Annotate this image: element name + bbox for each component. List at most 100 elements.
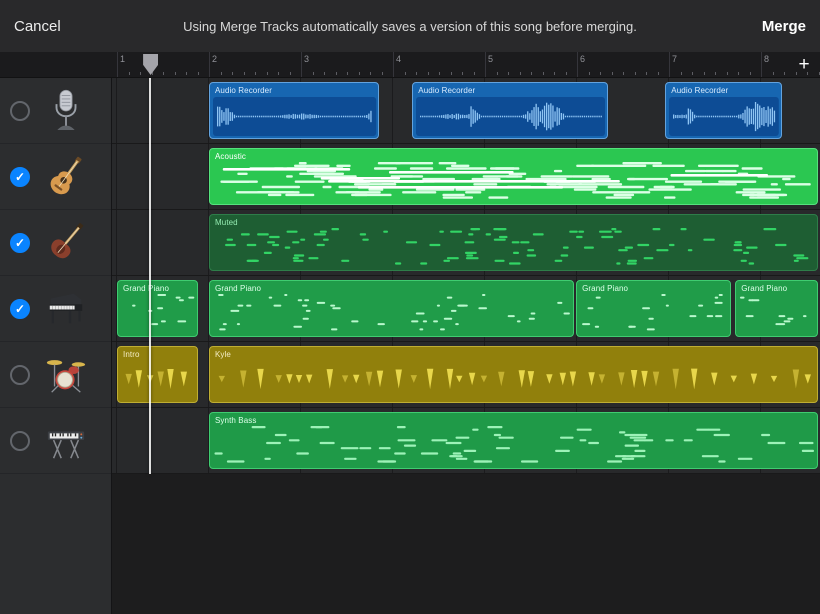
ruler-tick xyxy=(531,72,532,75)
ruler-tick xyxy=(382,72,383,75)
tracks-area: ✓ ✓ ✓ Audio RecorderAudio RecorderAudio … xyxy=(0,78,820,614)
ruler-tick xyxy=(451,72,452,75)
track-lane-acoustic-guitar: Acoustic xyxy=(112,144,820,210)
ruler-tick xyxy=(727,72,728,75)
region-kyle[interactable]: Kyle xyxy=(209,346,818,403)
ruler-tick xyxy=(681,72,682,75)
track-lanes: Audio Recorder Audio Recorder Audio Record… xyxy=(112,78,820,474)
region-label: Audio Recorder xyxy=(418,86,475,95)
region-label: Grand Piano xyxy=(582,284,628,293)
track-header-drums[interactable] xyxy=(0,342,111,408)
region-label: Kyle xyxy=(215,350,231,359)
ruler-tick xyxy=(623,72,624,75)
region-label: Intro xyxy=(123,350,140,359)
track-select-toggle[interactable]: ✓ xyxy=(10,233,30,253)
ruler-tick xyxy=(244,72,245,75)
ruler-tick xyxy=(738,72,739,75)
ruler-tick xyxy=(290,72,291,75)
ruler-bar-number: 6 xyxy=(580,54,585,64)
ruler-tick xyxy=(715,72,716,75)
region-label: Audio Recorder xyxy=(215,86,272,95)
ruler-tick xyxy=(129,72,130,75)
garageband-merge-tracks-screen: Cancel Using Merge Tracks automatically … xyxy=(0,0,820,614)
track-select-toggle[interactable] xyxy=(10,101,30,121)
ruler-tick xyxy=(359,72,360,75)
region-label: Muted xyxy=(215,218,238,227)
microphone-icon xyxy=(43,86,89,136)
ruler-tick xyxy=(784,72,785,75)
merge-info-message: Using Merge Tracks automatically saves a… xyxy=(183,19,637,34)
track-select-toggle[interactable]: ✓ xyxy=(10,299,30,319)
synth-keyboard-icon xyxy=(43,416,89,466)
ruler-tick xyxy=(554,72,555,75)
region-intro[interactable]: Intro xyxy=(117,346,198,403)
top-bar: Cancel Using Merge Tracks automatically … xyxy=(0,0,820,52)
track-header-audio-recorder[interactable] xyxy=(0,78,111,144)
ruler-tick xyxy=(324,72,325,75)
ruler-tick xyxy=(255,72,256,75)
track-header-acoustic-guitar[interactable]: ✓ xyxy=(0,144,111,210)
ruler-bar-number: 4 xyxy=(396,54,401,64)
ruler-tick xyxy=(543,72,544,75)
ruler-bar-number: 7 xyxy=(672,54,677,64)
ruler-row: 12345678 + xyxy=(0,52,820,78)
ruler-bar-line xyxy=(669,52,670,78)
track-select-toggle[interactable] xyxy=(10,365,30,385)
ruler-tick xyxy=(198,72,199,75)
ruler-tick xyxy=(600,72,601,75)
ruler-bar-line xyxy=(117,52,118,78)
ruler-bar-line xyxy=(301,52,302,78)
region-label: Audio Recorder xyxy=(671,86,728,95)
ruler-tick xyxy=(635,72,636,75)
region-label: Acoustic xyxy=(215,152,246,161)
track-header-bass[interactable]: ✓ xyxy=(0,210,111,276)
ruler-tick xyxy=(589,72,590,75)
bass-guitar-icon xyxy=(43,218,89,268)
ruler-tick xyxy=(462,72,463,75)
region-audio-recorder[interactable]: Audio Recorder xyxy=(665,82,782,139)
ruler-bar-number: 1 xyxy=(120,54,125,64)
track-lane-bass: Muted xyxy=(112,210,820,276)
region-label: Grand Piano xyxy=(741,284,787,293)
cancel-button[interactable]: Cancel xyxy=(14,18,61,35)
ruler-bar-line xyxy=(393,52,394,78)
ruler-tick xyxy=(520,72,521,75)
merge-button[interactable]: Merge xyxy=(762,18,806,35)
ruler-tick xyxy=(508,72,509,75)
ruler-tick xyxy=(336,72,337,75)
track-header-synth-bass[interactable] xyxy=(0,408,111,474)
region-audio-recorder[interactable]: Audio Recorder xyxy=(412,82,608,139)
ruler-tick xyxy=(566,72,567,75)
track-lane-grand-piano: Grand PianoGrand PianoGrand PianoGrand P… xyxy=(112,276,820,342)
region-muted[interactable]: Muted xyxy=(209,214,818,271)
playhead-handle[interactable] xyxy=(143,54,158,75)
ruler-tick xyxy=(692,72,693,75)
ruler-bar-number: 5 xyxy=(488,54,493,64)
region-grand-piano[interactable]: Grand Piano xyxy=(576,280,731,337)
region-grand-piano[interactable]: Grand Piano xyxy=(209,280,574,337)
ruler-tick xyxy=(370,72,371,75)
ruler-tick xyxy=(278,72,279,75)
song-section-add-button[interactable]: + xyxy=(791,52,817,78)
ruler-tick xyxy=(232,72,233,75)
region-label: Synth Bass xyxy=(215,416,256,425)
grand-piano-icon xyxy=(43,284,89,334)
ruler-tick xyxy=(474,72,475,75)
ruler-bar-number: 8 xyxy=(764,54,769,64)
ruler-tick xyxy=(612,72,613,75)
ruler-tick xyxy=(773,72,774,75)
region-grand-piano[interactable]: Grand Piano xyxy=(735,280,818,337)
ruler-tick xyxy=(163,72,164,75)
ruler-tick xyxy=(186,72,187,75)
region-acoustic[interactable]: Acoustic xyxy=(209,148,818,205)
ruler-tick xyxy=(819,72,820,75)
region-audio-recorder[interactable]: Audio Recorder xyxy=(209,82,379,139)
ruler-bar-number: 3 xyxy=(304,54,309,64)
region-grand-piano[interactable]: Grand Piano xyxy=(117,280,198,337)
track-select-toggle[interactable]: ✓ xyxy=(10,167,30,187)
ruler-tick xyxy=(497,72,498,75)
ruler-tick xyxy=(428,72,429,75)
track-select-toggle[interactable] xyxy=(10,431,30,451)
region-synth-bass[interactable]: Synth Bass xyxy=(209,412,818,469)
track-header-grand-piano[interactable]: ✓ xyxy=(0,276,111,342)
